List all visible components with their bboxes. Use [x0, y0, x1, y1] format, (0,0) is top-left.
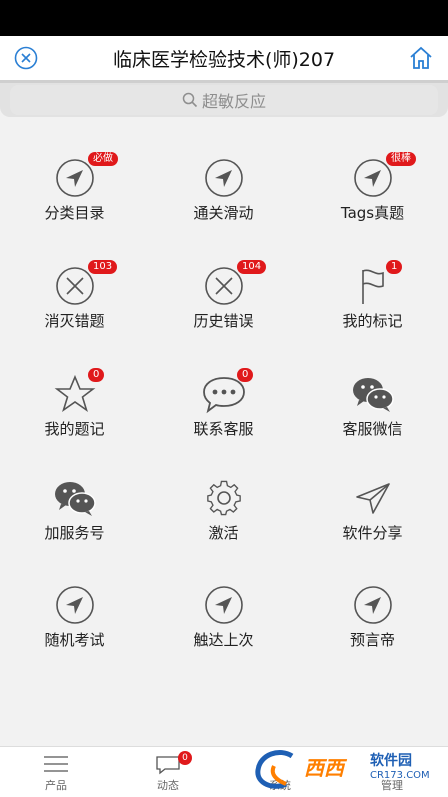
grid-item-5[interactable]: 104 历史错误 — [149, 258, 298, 338]
status-bar — [0, 0, 448, 36]
tab-products[interactable]: 产品 — [0, 747, 112, 797]
nav-arrow-icon — [202, 158, 246, 198]
wechat-icon — [53, 478, 97, 518]
grid-item-label: 加服务号 — [44, 524, 105, 542]
count-badge: 0 — [237, 368, 254, 382]
grid-item-label: 预言帝 — [349, 631, 395, 649]
grid-item-15[interactable]: 预言帝 — [298, 577, 447, 657]
grid-item-label: 随机考试 — [44, 631, 105, 649]
tab-badge: 0 — [178, 751, 192, 765]
nav-arrow-icon — [53, 585, 97, 625]
grid-item-label: 激活 — [208, 524, 239, 542]
count-badge: 1 — [386, 260, 403, 274]
app-header: 临床医学检验技术(师)207 — [0, 36, 448, 80]
grid-item-10[interactable]: 加服务号 — [0, 470, 149, 550]
grid-item-13[interactable]: 随机考试 — [0, 577, 149, 657]
watermark-logo: 西西 软件园 CR173.COM — [252, 748, 442, 792]
grid-item-14[interactable]: 触达上次 — [149, 577, 298, 657]
page-title: 临床医学检验技术(师)207 — [112, 49, 336, 71]
count-badge: 很棒 — [386, 152, 416, 166]
watermark-url: CR173.COM — [370, 770, 430, 781]
grid-item-label: 联系客服 — [193, 420, 254, 438]
grid-item-label: Tags真题 — [340, 204, 405, 222]
grid-item-label: 历史错误 — [193, 312, 254, 330]
count-badge: 必做 — [88, 152, 118, 166]
count-badge: 103 — [88, 260, 118, 274]
nav-arrow-icon — [202, 585, 246, 625]
grid-item-label: 分类目录 — [44, 204, 105, 222]
grid-item-4[interactable]: 103 消灭错题 — [0, 258, 149, 338]
grid-item-label: 触达上次 — [193, 631, 254, 649]
grid-item-11[interactable]: 激活 — [149, 470, 298, 550]
search-text: 超敏反应 — [201, 92, 266, 111]
watermark-sub-text: 软件园 — [370, 753, 412, 769]
grid-item-1[interactable]: 必做分类目录 — [0, 150, 149, 230]
count-badge: 104 — [237, 260, 267, 274]
grid-item-label: 软件分享 — [342, 524, 403, 542]
grid-item-2[interactable]: 通关滑动 — [149, 150, 298, 230]
menu-icon — [44, 756, 68, 772]
tab-label: 动态 — [157, 779, 179, 792]
grid-item-7[interactable]: 0 我的题记 — [0, 366, 149, 446]
wechat-icon — [351, 374, 395, 414]
tab-label: 产品 — [45, 779, 67, 792]
grid-item-label: 消灭错题 — [44, 312, 105, 330]
gear-icon — [202, 478, 246, 518]
count-badge: 0 — [88, 368, 105, 382]
nav-arrow-icon — [351, 585, 395, 625]
grid-item-3[interactable]: 很棒 Tags真题 — [298, 150, 447, 230]
search-icon — [182, 92, 198, 108]
watermark-swirl-icon — [255, 750, 294, 789]
grid-item-12[interactable]: 软件分享 — [298, 470, 447, 550]
grid-item-label: 我的题记 — [44, 420, 105, 438]
watermark-main-text: 西西 — [304, 756, 344, 780]
grid-item-label: 我的标记 — [342, 312, 403, 330]
tab-news[interactable]: 0 动态 — [112, 747, 224, 797]
search-box[interactable]: 超敏反应 — [10, 85, 438, 115]
search-bar[interactable]: 超敏反应 — [0, 83, 448, 117]
grid-item-label: 通关滑动 — [193, 204, 254, 222]
home-icon[interactable] — [408, 45, 434, 71]
grid-item-9[interactable]: 客服微信 — [298, 366, 447, 446]
send-icon — [351, 478, 395, 518]
grid-item-8[interactable]: 0 联系客服 — [149, 366, 298, 446]
grid-item-6[interactable]: 1 我的标记 — [298, 258, 447, 338]
grid-item-label: 客服微信 — [342, 420, 403, 438]
